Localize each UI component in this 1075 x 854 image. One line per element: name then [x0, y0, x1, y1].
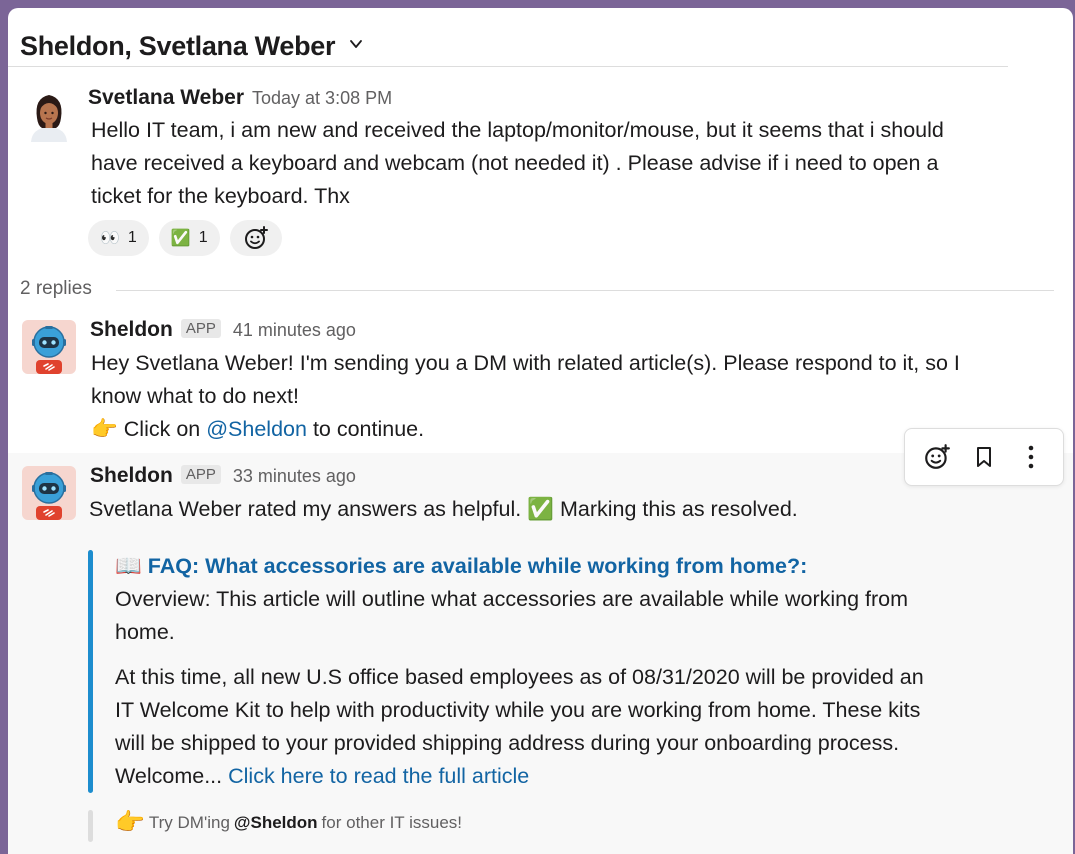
conversation-header[interactable]: Sheldon, Svetlana Weber — [20, 26, 363, 66]
replies-count: 2 replies — [20, 278, 92, 299]
more-actions-button[interactable] — [1013, 439, 1049, 475]
author-name[interactable]: Svetlana Weber — [88, 86, 244, 110]
add-reaction-button[interactable] — [919, 439, 955, 475]
app-badge: APP — [180, 318, 221, 338]
add-reaction-icon — [244, 226, 268, 249]
faq-title-link[interactable]: FAQ: What accessories are available whil… — [148, 554, 808, 578]
add-reaction-icon — [924, 444, 950, 469]
parent-header: Svetlana Weber Today at 3:08 PM — [88, 86, 392, 110]
more-actions-icon — [1029, 445, 1034, 469]
sheldon-mention[interactable]: @Sheldon — [206, 417, 307, 441]
footer-accent-bar — [88, 810, 93, 842]
thread-window: Sheldon, Svetlana Weber Svetlana Weber T… — [8, 8, 1073, 854]
check-mark-emoji: ✅ — [527, 497, 554, 521]
reply2-header: Sheldon APP 33 minutes ago — [90, 464, 356, 488]
bookmark-icon — [976, 447, 991, 467]
attachment-footer: 👉 Try DM'ing @Sheldon for other IT issue… — [115, 809, 463, 836]
user-mention[interactable]: Svetlana Weber — [89, 497, 242, 521]
conversation-title: Sheldon, Svetlana Weber — [20, 30, 336, 61]
reaction-eyes[interactable]: 👀 1 — [88, 220, 149, 256]
avatar-svetlana[interactable] — [22, 88, 76, 142]
avatar-sheldon-bot[interactable] — [22, 466, 76, 520]
timestamp[interactable]: 41 minutes ago — [233, 320, 356, 341]
reply1-message-text: Hey Svetlana Weber! I'm sending you a DM… — [91, 351, 960, 441]
reaction-check[interactable]: ✅ 1 — [158, 220, 220, 256]
reaction-bar: 👀 1 ✅ 1 — [88, 220, 282, 256]
attachment-accent-bar — [88, 550, 93, 793]
message-actions-toolbar — [904, 428, 1064, 486]
avatar-sheldon-bot[interactable] — [22, 320, 76, 374]
robot-icon — [22, 466, 76, 520]
reply1-header: Sheldon APP 41 minutes ago — [90, 318, 356, 342]
add-reaction-button[interactable] — [229, 220, 282, 256]
save-for-later-button[interactable] — [966, 439, 1002, 475]
author-name[interactable]: Sheldon — [90, 318, 173, 342]
pointing-hand-emoji: 👉 — [91, 417, 118, 441]
faq-attachment: 📖 FAQ: What accessories are available wh… — [115, 554, 924, 788]
pointing-hand-emoji: 👉 — [115, 809, 145, 836]
book-emoji: 📖 — [115, 554, 142, 578]
read-full-article-link[interactable]: Click here to read the full article — [228, 764, 529, 788]
sheldon-mention[interactable]: @Sheldon — [234, 813, 318, 833]
timestamp[interactable]: Today at 3:08 PM — [252, 88, 392, 109]
app-badge: APP — [180, 464, 221, 484]
author-name[interactable]: Sheldon — [90, 464, 173, 488]
replies-divider — [116, 290, 1054, 291]
chevron-down-icon — [350, 40, 363, 48]
robot-icon — [22, 320, 76, 374]
reply2-message-text: Svetlana Weber rated my answers as helpf… — [89, 497, 798, 521]
header-divider — [8, 66, 1008, 67]
timestamp[interactable]: 33 minutes ago — [233, 466, 356, 487]
parent-message-text: Hello IT team, i am new and received the… — [91, 118, 944, 208]
